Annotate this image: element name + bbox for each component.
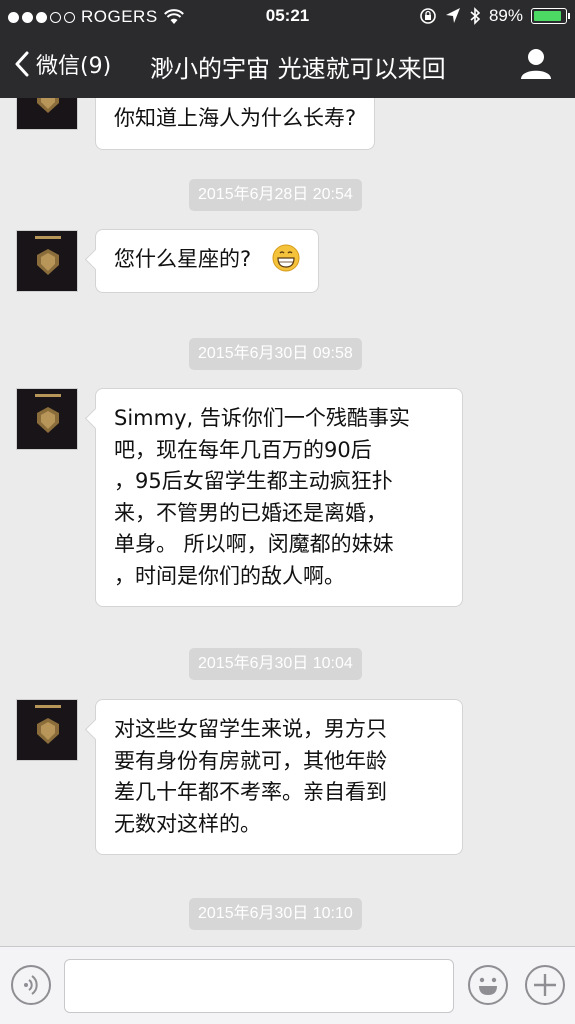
message-line: 单身。 所以啊，闵魔都的妹妹 bbox=[114, 532, 394, 556]
coat-of-arms-icon bbox=[37, 407, 59, 433]
top-bar: ROGERS 05:21 89% 微信(9) 渺小的宇宙 光速就可以来回 bbox=[0, 0, 575, 98]
nav-bar: 微信(9) 渺小的宇宙 光速就可以来回 bbox=[0, 34, 575, 98]
back-label: 微信(9) bbox=[36, 54, 112, 79]
bluetooth-icon bbox=[470, 7, 481, 25]
message-bubble[interactable]: 您什么星座的? bbox=[95, 229, 319, 293]
contact-avatar[interactable] bbox=[16, 98, 78, 130]
message-bubble[interactable]: 对这些女留学生来说，男方只 要有身份有房就可，其他年龄 差几十年都不考率。亲自看… bbox=[95, 699, 463, 855]
location-arrow-icon bbox=[445, 8, 460, 23]
battery-icon bbox=[531, 8, 570, 24]
chevron-left-icon bbox=[15, 51, 29, 77]
input-bar bbox=[0, 946, 575, 1024]
message-bubble[interactable]: 你知道上海人为什么长寿? bbox=[95, 98, 376, 150]
message-line: ，95后女留学生都主动疯狂扑 bbox=[114, 469, 393, 493]
message-line: 无数对这样的。 bbox=[114, 811, 261, 836]
plus-icon bbox=[534, 974, 556, 996]
message-line: 差几十年都不考率。亲自看到 bbox=[114, 780, 387, 804]
grinning-face-icon bbox=[272, 244, 300, 272]
more-options-button[interactable] bbox=[525, 965, 565, 1005]
message-line: 对这些女留学生来说，男方只 bbox=[114, 717, 387, 741]
voice-button[interactable] bbox=[11, 965, 51, 1005]
message-text: 你知道上海人为什么长寿? bbox=[114, 106, 357, 130]
contact-profile-icon[interactable] bbox=[519, 46, 553, 80]
timestamp: 2015年6月30日 10:10 bbox=[189, 898, 362, 930]
contact-avatar[interactable] bbox=[16, 388, 78, 450]
battery-level-fill bbox=[534, 11, 561, 21]
message-input[interactable] bbox=[64, 959, 454, 1013]
message-line: Simmy, 告诉你们一个残酷事实 bbox=[114, 406, 410, 430]
chat-title: 渺小的宇宙 光速就可以来回 bbox=[150, 55, 446, 83]
timestamp: 2015年6月30日 09:58 bbox=[189, 338, 362, 370]
emoji-button[interactable] bbox=[468, 965, 508, 1005]
emoji-icon bbox=[479, 977, 497, 995]
coat-of-arms-icon bbox=[37, 98, 59, 113]
message-text: 您什么星座的? bbox=[114, 247, 252, 271]
message-line: 来，不管男的已婚还是离婚， bbox=[114, 500, 387, 525]
message-line: 吧，现在每年几百万的90后 bbox=[114, 437, 372, 462]
battery-percentage: 89% bbox=[488, 6, 523, 25]
coat-of-arms-icon bbox=[37, 718, 59, 744]
message-line: ，时间是你们的敌人啊。 bbox=[114, 563, 345, 588]
message-bubble[interactable]: Simmy, 告诉你们一个残酷事实 吧，现在每年几百万的90后 ，95后女留学生… bbox=[95, 388, 463, 607]
message-line: 要有身份有房就可，其他年龄 bbox=[114, 748, 387, 773]
contact-avatar[interactable] bbox=[16, 699, 78, 761]
timestamp: 2015年6月30日 10:04 bbox=[189, 648, 362, 680]
chat-area[interactable]: 你知道上海人为什么长寿? 2015年6月28日 20:54 您什么星座的? 20… bbox=[0, 98, 575, 946]
rotation-lock-icon bbox=[420, 8, 436, 24]
voice-icon bbox=[24, 975, 38, 995]
timestamp: 2015年6月28日 20:54 bbox=[189, 179, 362, 211]
status-bar: ROGERS 05:21 89% bbox=[0, 0, 575, 34]
coat-of-arms-icon bbox=[37, 249, 59, 275]
back-button[interactable]: 微信(9) bbox=[14, 48, 111, 80]
contact-avatar[interactable] bbox=[16, 230, 78, 292]
